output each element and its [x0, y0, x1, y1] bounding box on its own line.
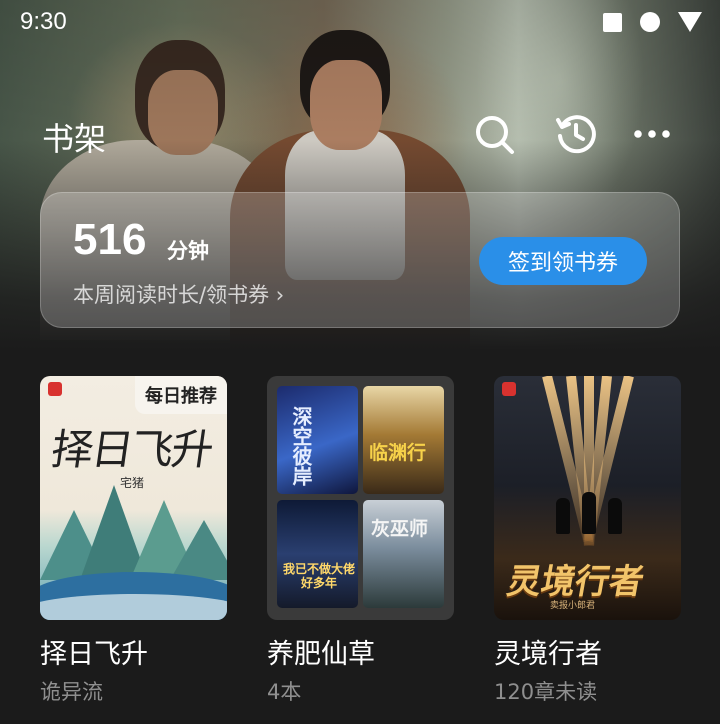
checkin-button[interactable]: 签到领书券 [479, 237, 647, 285]
daily-recommend-badge: 每日推荐 [135, 376, 227, 414]
book-cover[interactable]: 择日飞升 宅猪 每日推荐 [40, 376, 227, 620]
page-title: 书架 [42, 120, 107, 158]
cover-title: 择日飞升 [48, 425, 216, 474]
mini-cover: 我已不做大佬好多年 [277, 500, 358, 608]
cover-figure [556, 498, 570, 534]
publisher-logo [502, 382, 516, 396]
cover-author: 卖报小郎君 [550, 601, 596, 611]
book-title[interactable]: 灵境行者 [494, 632, 602, 671]
circle-icon [640, 12, 660, 32]
cover-title: 灵境行者 [503, 562, 647, 602]
reading-minutes: 516 [73, 215, 147, 264]
history-button[interactable] [552, 110, 600, 158]
status-time: 9:30 [20, 8, 67, 35]
bookshelf-grid: 择日飞升 宅猪 每日推荐 择日飞升 诡异流 深空彼岸 临渊行 我已不做大佬好多年… [40, 376, 681, 716]
search-icon [476, 116, 514, 154]
status-bar: 9:30 [0, 0, 720, 44]
book-cover[interactable]: 灵境行者 卖报小郎君 [494, 376, 681, 620]
status-icons [603, 12, 702, 32]
book-subtitle: 120章未读 [494, 680, 598, 704]
book-title[interactable]: 择日飞升 [40, 632, 148, 671]
search-button[interactable] [470, 110, 518, 158]
more-button[interactable] [628, 110, 676, 158]
book-title[interactable]: 养肥仙草 [267, 632, 375, 671]
reading-minutes-unit: 分钟 [167, 239, 209, 263]
mini-cover: 临渊行 [363, 386, 444, 494]
triangle-icon [678, 12, 702, 32]
book-group-cover[interactable]: 深空彼岸 临渊行 我已不做大佬好多年 灰巫师 [267, 376, 454, 620]
book-subtitle: 4本 [267, 680, 302, 704]
publisher-logo [48, 382, 62, 396]
book-subtitle: 诡异流 [40, 680, 103, 704]
square-icon [603, 12, 622, 32]
cover-author: 宅猪 [120, 476, 145, 490]
cover-figure [582, 492, 596, 534]
cover-figure [608, 498, 622, 534]
weekly-reading-link[interactable]: 本周阅读时长/领书券 › [73, 279, 284, 309]
reading-time-card[interactable]: 516 分钟 本周阅读时长/领书券 › 签到领书券 [40, 192, 680, 328]
mini-cover: 灰巫师 [363, 500, 444, 608]
more-icon [634, 130, 670, 138]
top-header: 书架 [0, 110, 720, 164]
history-icon [556, 115, 596, 154]
mini-cover: 深空彼岸 [277, 386, 358, 494]
